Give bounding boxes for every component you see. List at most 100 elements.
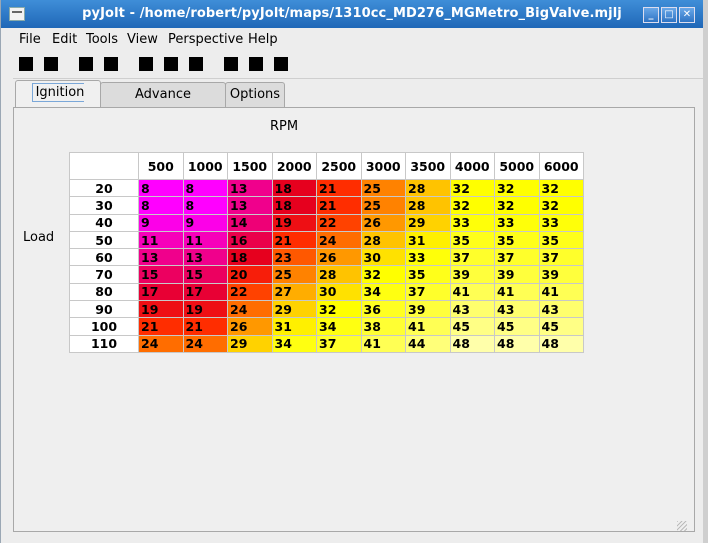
map-cell[interactable]: 45 [494, 317, 540, 336]
map-cell[interactable]: 35 [538, 230, 584, 250]
map-cell[interactable]: 24 [227, 300, 273, 319]
toolbar-button-2[interactable] [44, 57, 58, 71]
map-cell[interactable]: 27 [271, 282, 317, 302]
resize-grip[interactable] [677, 521, 687, 531]
menu-file[interactable]: File [19, 32, 41, 47]
map-cell[interactable]: 13 [227, 196, 273, 215]
map-cell[interactable]: 17 [138, 282, 184, 302]
map-cell[interactable]: 32 [494, 178, 540, 198]
map-cell[interactable]: 8 [182, 178, 228, 198]
map-cell[interactable]: 45 [538, 317, 584, 336]
map-cell[interactable]: 33 [405, 248, 451, 267]
map-cell[interactable]: 21 [138, 317, 184, 336]
toolbar-button-4[interactable] [104, 57, 118, 71]
map-cell[interactable]: 30 [316, 282, 362, 302]
map-cell[interactable]: 22 [227, 282, 273, 302]
minimize-button[interactable]: _ [643, 7, 659, 23]
map-cell[interactable]: 21 [316, 178, 362, 198]
map-cell[interactable]: 28 [360, 230, 406, 250]
map-cell[interactable]: 37 [494, 248, 540, 267]
map-cell[interactable]: 18 [227, 248, 273, 267]
map-cell[interactable]: 34 [360, 282, 406, 302]
map-cell[interactable]: 39 [449, 265, 495, 284]
map-cell[interactable]: 43 [449, 300, 495, 319]
map-cell[interactable]: 25 [360, 196, 406, 215]
map-cell[interactable]: 24 [138, 334, 184, 353]
map-cell[interactable]: 22 [316, 213, 362, 232]
map-cell[interactable]: 19 [138, 300, 184, 319]
map-cell[interactable]: 32 [494, 196, 540, 215]
maximize-button[interactable]: □ [661, 7, 677, 23]
map-cell[interactable]: 28 [316, 265, 362, 284]
title-bar[interactable]: pyJolt - /home/robert/pyJolt/maps/1310cc… [1, 0, 703, 28]
tab-ignition-map[interactable]: Ignition Map [15, 80, 101, 126]
map-cell[interactable]: 20 [227, 265, 273, 284]
map-cell[interactable]: 8 [182, 196, 228, 215]
map-cell[interactable]: 35 [449, 230, 495, 250]
map-cell[interactable]: 25 [360, 178, 406, 198]
map-cell[interactable]: 33 [449, 213, 495, 232]
map-cell[interactable]: 45 [449, 317, 495, 336]
map-cell[interactable]: 9 [138, 213, 184, 232]
tab-advance-correction[interactable]: Advance Correction [100, 82, 226, 126]
map-cell[interactable]: 28 [405, 178, 451, 198]
toolbar-button-1[interactable] [19, 57, 33, 71]
map-cell[interactable]: 43 [494, 300, 540, 319]
toolbar-button-5[interactable] [139, 57, 153, 71]
map-cell[interactable]: 39 [538, 265, 584, 284]
map-cell[interactable]: 32 [538, 196, 584, 215]
map-cell[interactable]: 34 [316, 317, 362, 336]
map-cell[interactable]: 37 [405, 282, 451, 302]
map-cell[interactable]: 8 [138, 178, 184, 198]
map-cell[interactable]: 38 [360, 317, 406, 336]
map-cell[interactable]: 37 [316, 334, 362, 353]
toolbar-button-8[interactable] [224, 57, 238, 71]
map-cell[interactable]: 16 [227, 230, 273, 250]
map-cell[interactable]: 18 [271, 196, 317, 215]
map-cell[interactable]: 39 [494, 265, 540, 284]
map-cell[interactable]: 41 [405, 317, 451, 336]
menu-help[interactable]: Help [248, 32, 278, 47]
map-cell[interactable]: 29 [227, 334, 273, 353]
map-cell[interactable]: 41 [538, 282, 584, 302]
map-cell[interactable]: 31 [271, 317, 317, 336]
map-cell[interactable]: 48 [494, 334, 540, 353]
map-cell[interactable]: 33 [494, 213, 540, 232]
map-cell[interactable]: 34 [271, 334, 317, 353]
map-cell[interactable]: 23 [271, 248, 317, 267]
tab-options[interactable]: Options [225, 82, 285, 108]
map-cell[interactable]: 32 [316, 300, 362, 319]
map-cell[interactable]: 29 [405, 213, 451, 232]
map-cell[interactable]: 13 [227, 178, 273, 198]
map-cell[interactable]: 32 [538, 178, 584, 198]
map-cell[interactable]: 28 [405, 196, 451, 215]
map-cell[interactable]: 36 [360, 300, 406, 319]
map-cell[interactable]: 31 [405, 230, 451, 250]
map-cell[interactable]: 24 [316, 230, 362, 250]
map-cell[interactable]: 21 [271, 230, 317, 250]
map-cell[interactable]: 48 [538, 334, 584, 353]
map-cell[interactable]: 25 [271, 265, 317, 284]
map-cell[interactable]: 19 [271, 213, 317, 232]
close-button[interactable]: ✕ [679, 7, 695, 23]
menu-tools[interactable]: Tools [86, 32, 118, 47]
toolbar-button-3[interactable] [79, 57, 93, 71]
map-cell[interactable]: 15 [182, 265, 228, 284]
map-cell[interactable]: 37 [538, 248, 584, 267]
map-cell[interactable]: 21 [316, 196, 362, 215]
map-cell[interactable]: 13 [138, 248, 184, 267]
menu-view[interactable]: View [127, 32, 158, 47]
map-cell[interactable]: 41 [449, 282, 495, 302]
toolbar-button-9[interactable] [249, 57, 263, 71]
map-cell[interactable]: 14 [227, 213, 273, 232]
map-cell[interactable]: 48 [449, 334, 495, 353]
map-cell[interactable]: 21 [182, 317, 228, 336]
map-cell[interactable]: 30 [360, 248, 406, 267]
map-cell[interactable]: 24 [182, 334, 228, 353]
map-cell[interactable]: 19 [182, 300, 228, 319]
map-cell[interactable]: 26 [227, 317, 273, 336]
map-cell[interactable]: 29 [271, 300, 317, 319]
map-cell[interactable]: 33 [538, 213, 584, 232]
map-cell[interactable]: 26 [360, 213, 406, 232]
map-cell[interactable]: 37 [449, 248, 495, 267]
